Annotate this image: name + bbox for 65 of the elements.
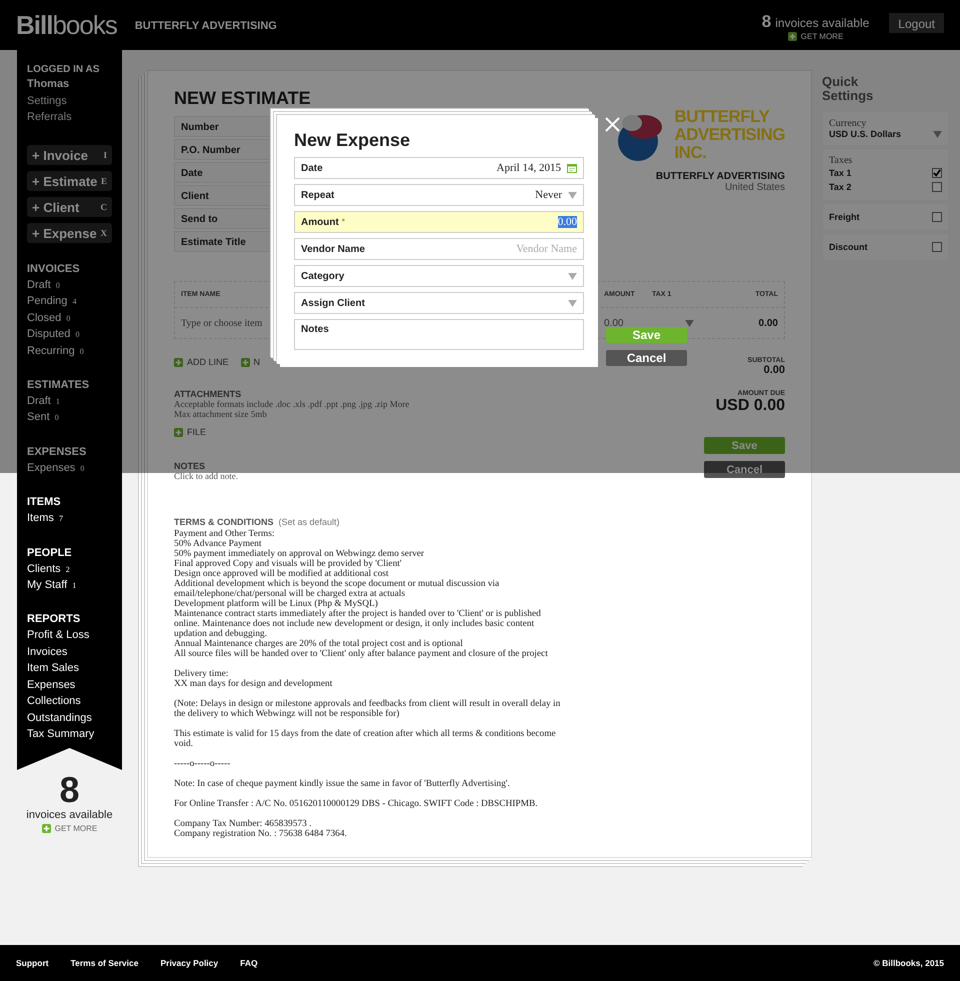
invoice-count: 8 <box>762 12 772 32</box>
terms-text: Company Tax Number: 465839573 . <box>174 819 312 829</box>
terms-text: updation and debugging. <box>174 629 268 639</box>
section-title: EXPENSES <box>27 446 88 458</box>
select-value: Never <box>535 189 562 201</box>
terms-text: Payment and Other Terms: <box>174 529 276 539</box>
terms-text: All source files will be handed over to 'Client' only after balance payment and closure of the project <box>174 649 549 659</box>
user-name: Thomas <box>27 78 70 90</box>
logo-text: BUTTERFLY <box>674 108 770 126</box>
copyright-text: © Billbooks, 2015 <box>873 958 944 968</box>
terms-text: This estimate is valid for 15 days from the date of creation after which all terms & conditions become <box>174 729 557 739</box>
company-name: BUTTERFLY ADVERTISING <box>134 20 277 32</box>
terms-text: Annual Maintenance charges are 20% of the total project cost and is optional <box>174 639 464 649</box>
terms-text: Additional development which is beyond the scope document or mutual discussion via <box>174 579 500 589</box>
placeholder-text: Vendor Name <box>516 243 577 255</box>
dialog-title: New Expense <box>294 130 412 151</box>
currency-label: Currency <box>829 118 868 129</box>
quick-settings-title: Quick Settings <box>822 75 874 103</box>
amount-value: 0.00 <box>558 216 577 228</box>
tax-label: Tax 1 <box>829 168 852 178</box>
attachments-title: ATTACHMENTS <box>174 389 242 399</box>
option-label: Discount <box>829 242 868 252</box>
formats-text: Acceptable formats include .doc .xls .pdf .ppt .png .jpg .zip More <box>174 399 410 409</box>
section-title: ESTIMATES <box>27 379 90 392</box>
estimate-title: NEW ESTIMATE <box>174 89 312 107</box>
terms-text: Delivery time: <box>174 669 230 679</box>
terms-text: 50% Advance Payment <box>174 539 262 549</box>
terms-text: the delivery to which Webwingz will not be responsible for) <box>174 709 400 719</box>
terms-text: online. Maintenance does not include new development or design, it only includes basic content <box>174 619 536 629</box>
invoices-available-label: invoices available <box>26 809 113 821</box>
max-size-text: Max attachment size 5mb <box>174 409 268 419</box>
tax-label: Tax 2 <box>829 182 852 192</box>
amount-cell-text: 0.00 <box>604 318 624 328</box>
logo-text: ADVERTISING <box>674 126 785 144</box>
amount-due-value: USD 0.00 <box>716 397 785 415</box>
terms-title: TERMS & CONDITIONS <box>174 517 274 527</box>
terms-text: Final approved Copy and visuals will be provided by 'Client' <box>174 559 403 569</box>
terms-text: 50% payment immediately on approval on Webwingz demo server <box>174 549 426 559</box>
subtotal-value: 0.00 <box>764 364 785 376</box>
terms-text: Design once approved will be modified at additional cost <box>174 569 390 579</box>
terms-text: XX man days for design and development <box>174 679 334 689</box>
company-country: United States <box>724 182 785 193</box>
section-title: ITEMS <box>27 496 62 508</box>
terms-text: void. <box>174 739 194 749</box>
taxes-label: Taxes <box>829 155 854 166</box>
notes-title: NOTES <box>174 461 206 471</box>
terms-text: For Online Transfer : A/C No. 051620110000129 DBS - Chicago. SWIFT Code : DBSCHIPMB. <box>174 799 539 809</box>
invoices-available-label: invoices available <box>775 16 870 30</box>
total-cell-text: 0.00 <box>758 318 779 328</box>
logo-text: INC. <box>674 144 708 162</box>
option-label: Freight <box>829 212 860 222</box>
section-title: PEOPLE <box>27 546 73 559</box>
terms-text: -----o-----o----- <box>174 759 232 769</box>
date-value: April 14, 2015 <box>496 162 561 174</box>
terms-text: Company registration No. : 75638 6484 7364. <box>174 829 348 839</box>
terms-text: Note: In case of cheque payment kindly issue the same in favor of 'Butterfly Advertising'. <box>174 779 511 789</box>
invoice-count: 8 <box>59 772 80 808</box>
section-title: INVOICES <box>27 263 81 275</box>
logged-in-label: LOGGED IN AS <box>27 64 100 75</box>
terms-text: Development platform will be Linux (Php & MySQL) <box>174 599 379 609</box>
terms-text: email/telephone/chat/personal will be charged extra at actuals <box>174 589 406 599</box>
terms-text: (Note: Delays in design or milestone approvals and feedbacks from client will result in overall delay in <box>174 699 562 709</box>
terms-text: Maintenance contract starts immediately after the project is handed over to 'Client' or is published <box>174 609 542 619</box>
company-name: BUTTERFLY ADVERTISING <box>656 171 785 182</box>
section-title: REPORTS <box>27 613 82 626</box>
